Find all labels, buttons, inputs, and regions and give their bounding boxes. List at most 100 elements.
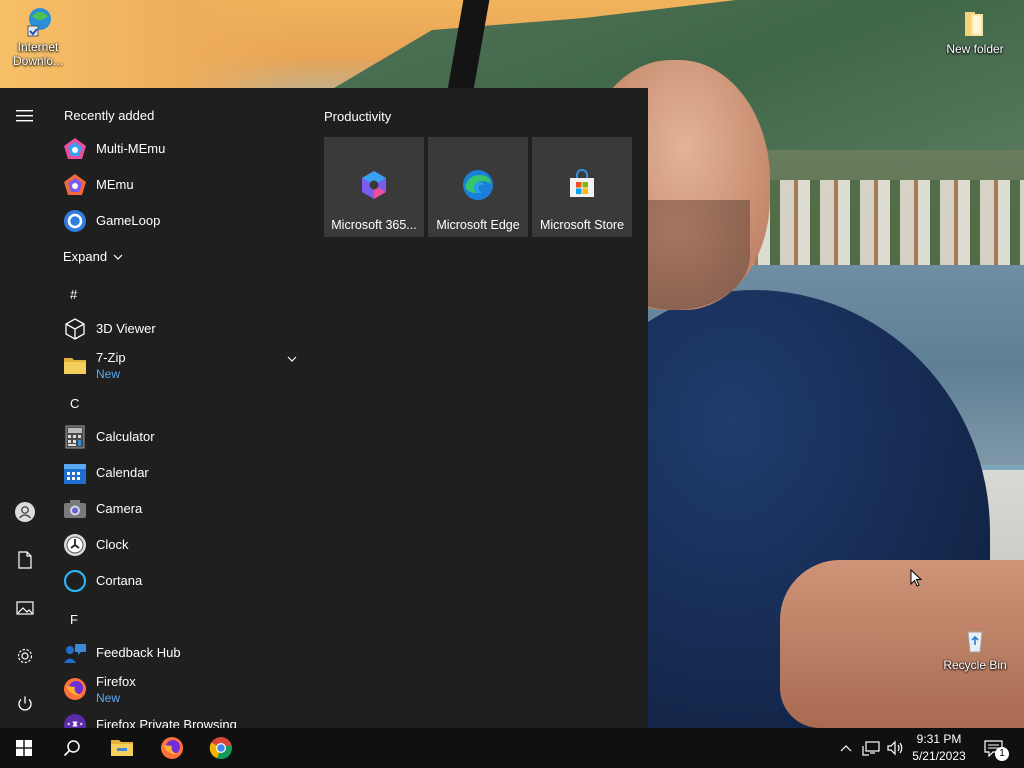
- document-icon: [18, 551, 32, 569]
- power-button[interactable]: [0, 684, 50, 724]
- app-item-label: Cortana: [96, 573, 143, 588]
- show-hidden-icons-button[interactable]: [836, 728, 856, 768]
- chrome-icon: [209, 737, 232, 760]
- hamburger-button[interactable]: [0, 96, 50, 136]
- mouse-cursor-icon: [910, 569, 922, 587]
- start-rail: [0, 88, 50, 728]
- letter-header-hash[interactable]: #: [70, 287, 77, 302]
- expand-button[interactable]: Expand: [63, 249, 124, 264]
- firefox-icon: [62, 676, 88, 702]
- pictures-icon: [16, 601, 34, 615]
- network-button[interactable]: [860, 728, 882, 768]
- app-item-gameloop[interactable]: GameLoop: [62, 203, 302, 239]
- speaker-icon: [887, 740, 903, 756]
- app-item-7zip[interactable]: 7-Zip New: [62, 347, 302, 383]
- letter-header-f[interactable]: F: [70, 612, 78, 627]
- tile-microsoft-store[interactable]: Microsoft Store: [532, 137, 632, 237]
- taskbar-clock[interactable]: 9:31 PM 5/21/2023: [908, 731, 970, 765]
- app-item-clock[interactable]: Clock: [62, 527, 302, 563]
- app-item-label: Calculator: [96, 429, 155, 444]
- app-item-label: 7-Zip: [96, 350, 126, 365]
- settings-button[interactable]: [0, 636, 50, 676]
- cortana-icon: [62, 568, 88, 594]
- new-badge: New: [96, 691, 121, 705]
- camera-icon: [62, 496, 88, 522]
- app-item-3d-viewer[interactable]: 3D Viewer: [62, 311, 302, 347]
- folder-icon: [965, 12, 983, 36]
- desktop-icon-recycle-bin[interactable]: Recycle Bin: [937, 624, 1013, 672]
- app-list: Recently added Multi-MEmu MEmu GameLoop …: [50, 88, 310, 728]
- app-item-firefox-private[interactable]: Firefox Private Browsing: [62, 707, 302, 728]
- pictures-button[interactable]: [0, 588, 50, 628]
- calculator-icon: [62, 424, 88, 450]
- calendar-icon: [62, 460, 88, 486]
- productivity-group-title[interactable]: Productivity: [324, 109, 391, 124]
- app-item-camera[interactable]: Camera: [62, 491, 302, 527]
- tile-microsoft-365[interactable]: Microsoft 365...: [324, 137, 424, 237]
- app-item-feedback-hub[interactable]: Feedback Hub: [62, 635, 302, 671]
- edge-icon: [463, 170, 493, 200]
- recycle-bin-icon: [967, 631, 983, 653]
- app-item-calendar[interactable]: Calendar: [62, 455, 302, 491]
- chevron-down-icon: [113, 254, 123, 260]
- start-menu: Recently added Multi-MEmu MEmu GameLoop …: [0, 88, 648, 728]
- tile-label: Microsoft 365...: [331, 218, 417, 232]
- wallpaper-village: [740, 180, 1024, 270]
- app-item-multi-memu[interactable]: Multi-MEmu: [62, 131, 302, 167]
- clock-date: 5/21/2023: [912, 749, 966, 763]
- letter-header-c[interactable]: C: [70, 396, 79, 411]
- app-item-label: MEmu: [96, 177, 134, 192]
- app-item-label: Clock: [96, 537, 129, 552]
- gameloop-icon: [62, 208, 88, 234]
- search-button[interactable]: [48, 728, 96, 768]
- file-explorer-icon: [111, 740, 133, 756]
- app-item-label: Camera: [96, 501, 143, 516]
- memu-icon: [62, 172, 88, 198]
- feedback-hub-icon: [62, 640, 88, 666]
- firefox-private-icon: [62, 712, 88, 728]
- taskbar-chrome[interactable]: [197, 728, 245, 768]
- documents-button[interactable]: [0, 540, 50, 580]
- taskbar-firefox[interactable]: [148, 728, 196, 768]
- network-icon: [862, 741, 880, 756]
- desktop-icon-label: Internet Downlo...: [12, 40, 64, 68]
- 3d-viewer-icon: [62, 316, 88, 342]
- app-item-memu[interactable]: MEmu: [62, 167, 302, 203]
- tile-microsoft-edge[interactable]: Microsoft Edge: [428, 137, 528, 237]
- expand-7zip-button[interactable]: [286, 350, 298, 368]
- app-item-cortana[interactable]: Cortana: [62, 563, 302, 599]
- expand-label: Expand: [63, 249, 108, 264]
- action-center-button[interactable]: 1: [976, 728, 1012, 768]
- taskbar: 9:31 PM 5/21/2023 1: [0, 728, 1024, 768]
- taskbar-file-explorer[interactable]: [98, 728, 146, 768]
- start-button[interactable]: [0, 728, 48, 768]
- internet-download-manager-icon: [27, 8, 51, 37]
- search-icon: [63, 740, 80, 757]
- desktop-icon-internet-download-manager[interactable]: Internet Downlo...: [0, 6, 76, 68]
- chevron-down-icon: [287, 356, 297, 362]
- app-item-label: Multi-MEmu: [96, 141, 166, 156]
- app-item-calculator[interactable]: Calculator: [62, 419, 302, 455]
- app-item-label: 3D Viewer: [96, 321, 156, 336]
- power-icon: [18, 696, 32, 711]
- notification-count-badge: 1: [995, 747, 1009, 761]
- desktop-icon-label: New folder: [946, 42, 1004, 56]
- app-item-label: Firefox: [96, 674, 136, 689]
- app-item-firefox[interactable]: Firefox New: [62, 671, 302, 707]
- firefox-icon: [161, 737, 183, 759]
- app-item-label: GameLoop: [96, 213, 161, 228]
- microsoft-365-icon: [362, 171, 386, 199]
- account-button[interactable]: [0, 492, 50, 532]
- new-badge: New: [96, 367, 121, 381]
- app-item-label: Calendar: [96, 465, 149, 480]
- desktop-icon-new-folder[interactable]: New folder: [937, 8, 1013, 56]
- recently-added-header: Recently added: [64, 108, 155, 123]
- gear-icon: [17, 648, 33, 664]
- app-item-label: Firefox Private Browsing: [96, 717, 237, 728]
- multi-memu-icon: [62, 136, 88, 162]
- hamburger-icon: [16, 110, 33, 122]
- volume-button[interactable]: [884, 728, 906, 768]
- clock-icon: [62, 532, 88, 558]
- folder-icon: [62, 352, 88, 378]
- windows-logo-icon: [16, 740, 32, 756]
